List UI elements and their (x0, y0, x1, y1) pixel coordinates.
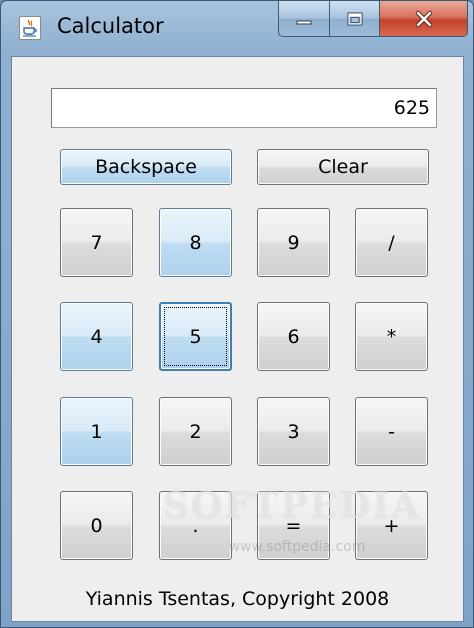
add-button[interactable]: + (355, 491, 428, 560)
decimal-point-button[interactable]: . (159, 491, 232, 560)
copyright-footer: Yiannis Tsentas, Copyright 2008 (85, 588, 390, 610)
key-5-button[interactable]: 5 (159, 302, 232, 371)
calculator-panel: 625 Backspace Clear 7 8 9 / 4 5 6 * 1 2 … (11, 56, 464, 622)
maximize-icon (347, 12, 362, 25)
key-3-button[interactable]: 3 (257, 397, 330, 466)
key-6-button[interactable]: 6 (257, 302, 330, 371)
backspace-button[interactable]: Backspace (60, 149, 232, 185)
key-0-button[interactable]: 0 (60, 491, 133, 560)
minimize-icon (296, 20, 312, 24)
close-icon (415, 10, 432, 27)
key-4-button[interactable]: 4 (60, 302, 133, 371)
window-title: Calculator (57, 14, 164, 38)
multiply-button[interactable]: * (355, 302, 428, 371)
key-8-button[interactable]: 8 (159, 208, 232, 277)
key-1-button[interactable]: 1 (60, 397, 133, 466)
key-9-button[interactable]: 9 (257, 208, 330, 277)
calculator-window: Calculator 625 Backspace Clear 7 8 9 / 4… (0, 0, 474, 628)
subtract-button[interactable]: - (355, 397, 428, 466)
java-coffee-cup-icon[interactable] (19, 16, 41, 40)
clear-button[interactable]: Clear (257, 149, 429, 185)
title-bar[interactable]: Calculator (1, 1, 473, 51)
key-7-button[interactable]: 7 (60, 208, 133, 277)
close-button[interactable] (380, 1, 468, 37)
divide-button[interactable]: / (355, 208, 428, 277)
key-2-button[interactable]: 2 (159, 397, 232, 466)
window-controls (278, 1, 468, 39)
minimize-button[interactable] (278, 1, 330, 37)
maximize-button[interactable] (330, 1, 380, 37)
equals-button[interactable]: = (257, 491, 330, 560)
result-display[interactable]: 625 (51, 88, 437, 128)
